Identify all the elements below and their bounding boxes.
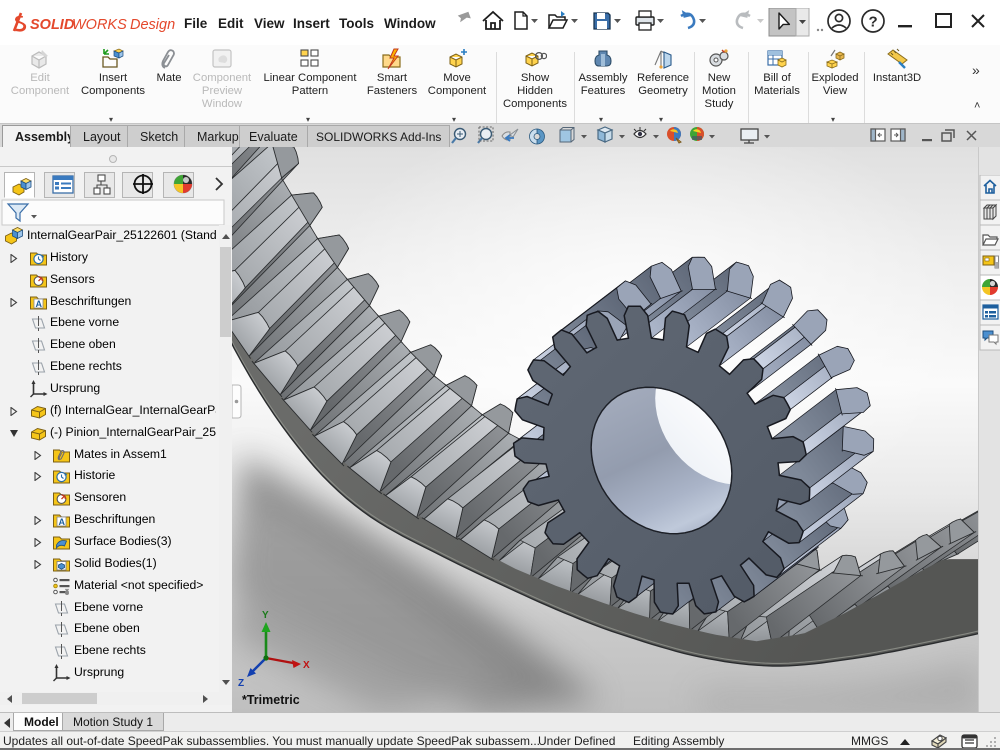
svg-text:WORKS: WORKS <box>72 17 127 33</box>
svg-text:?: ? <box>869 14 878 31</box>
svg-text:X: X <box>303 660 310 671</box>
svg-text:A: A <box>36 299 43 309</box>
svg-text:A: A <box>59 517 66 527</box>
svg-text:SOLID: SOLID <box>30 17 75 33</box>
svg-text:Y: Y <box>262 610 269 621</box>
svg-text:Design: Design <box>130 17 175 33</box>
svg-text:Z: Z <box>238 678 244 689</box>
